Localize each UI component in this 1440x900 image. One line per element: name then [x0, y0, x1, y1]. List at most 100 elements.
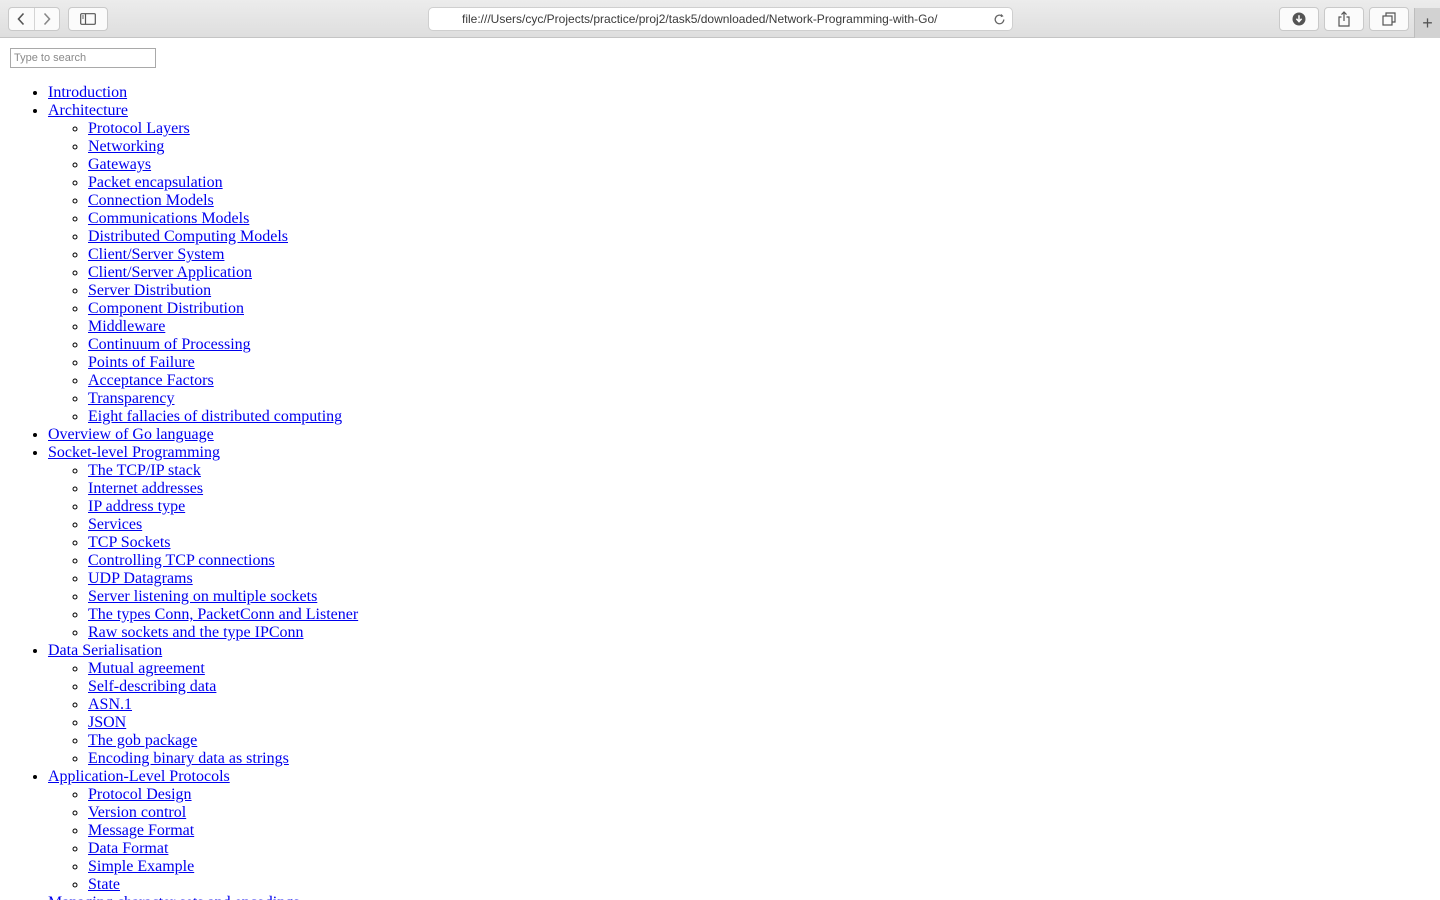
toc-subsection: Transparency [88, 390, 358, 408]
toc-subsection-link[interactable]: Controlling TCP connections [88, 552, 275, 569]
toc-subsection: Gateways [88, 156, 358, 174]
toc-subsection-link[interactable]: Component Distribution [88, 300, 244, 317]
toc-subsection-link[interactable]: Client/Server System [88, 246, 224, 263]
toc-subsection-link[interactable]: Encoding binary data as strings [88, 750, 289, 767]
sidebar-toggle-button[interactable] [68, 7, 108, 31]
tabs-icon [1382, 12, 1396, 26]
page-content: IntroductionArchitectureProtocol LayersN… [0, 38, 1440, 900]
address-url: file:///Users/cyc/Projects/practice/proj… [462, 12, 938, 26]
tabs-overview-button[interactable] [1369, 7, 1409, 31]
table-of-contents: IntroductionArchitectureProtocol LayersN… [0, 84, 358, 900]
download-icon [1292, 12, 1306, 26]
back-button[interactable] [9, 8, 34, 30]
toc-section-link[interactable]: Managing character sets and encodings [48, 894, 299, 900]
toc-subsection-link[interactable]: Mutual agreement [88, 660, 205, 677]
toc-subsection-list: The TCP/IP stackInternet addressesIP add… [48, 462, 358, 642]
toc-subsection: Client/Server System [88, 246, 358, 264]
toc-subsection-link[interactable]: Data Format [88, 840, 168, 857]
toc-subsection-link[interactable]: TCP Sockets [88, 534, 171, 551]
toc-subsection-link[interactable]: Protocol Layers [88, 120, 190, 137]
forward-button[interactable] [33, 8, 60, 30]
toc-section-link[interactable]: Architecture [48, 102, 128, 119]
toc-subsection: Distributed Computing Models [88, 228, 358, 246]
toc-subsection: The TCP/IP stack [88, 462, 358, 480]
new-tab-button[interactable]: + [1414, 8, 1440, 38]
toc-section-link[interactable]: Introduction [48, 84, 127, 101]
toc-subsection-link[interactable]: Connection Models [88, 192, 214, 209]
toc-subsection-link[interactable]: Communications Models [88, 210, 249, 227]
toc-section: Socket-level ProgrammingThe TCP/IP stack… [48, 444, 358, 642]
toc-section: Overview of Go language [48, 426, 358, 444]
toc-subsection-link[interactable]: Distributed Computing Models [88, 228, 288, 245]
toc-subsection-link[interactable]: Self-describing data [88, 678, 216, 695]
toc-subsection-link[interactable]: Transparency [88, 390, 175, 407]
toc-section-link[interactable]: Socket-level Programming [48, 444, 220, 461]
toc-section-link[interactable]: Application-Level Protocols [48, 768, 230, 785]
toc-subsection: Networking [88, 138, 358, 156]
toc-subsection-link[interactable]: Packet encapsulation [88, 174, 223, 191]
sidebar-icon [80, 13, 96, 25]
toc-subsection: Self-describing data [88, 678, 358, 696]
chevron-left-icon [17, 12, 25, 26]
toc-section-link[interactable]: Data Serialisation [48, 642, 162, 659]
toc-subsection-link[interactable]: Server Distribution [88, 282, 211, 299]
toc-subsection-link[interactable]: Simple Example [88, 858, 194, 875]
toc-subsection-link[interactable]: Acceptance Factors [88, 372, 214, 389]
toc-subsection: Component Distribution [88, 300, 358, 318]
toc-subsection-link[interactable]: Internet addresses [88, 480, 203, 497]
toc-subsection: Raw sockets and the type IPConn [88, 624, 358, 642]
toc-section: Application-Level ProtocolsProtocol Desi… [48, 768, 358, 894]
toc-subsection: Acceptance Factors [88, 372, 358, 390]
reload-icon[interactable] [991, 11, 1007, 27]
navigation-buttons [8, 7, 60, 31]
chevron-right-icon [43, 12, 51, 26]
toc-subsection-link[interactable]: The types Conn, PacketConn and Listener [88, 606, 358, 623]
toc-subsection: Controlling TCP connections [88, 552, 358, 570]
toc-subsection-link[interactable]: Middleware [88, 318, 165, 335]
toc-subsection-list: Mutual agreementSelf-describing dataASN.… [48, 660, 358, 768]
toc-subsection-link[interactable]: IP address type [88, 498, 185, 515]
toc-subsection-link[interactable]: Raw sockets and the type IPConn [88, 624, 304, 641]
toc-section-link[interactable]: Overview of Go language [48, 426, 214, 443]
toc-subsection-link[interactable]: Continuum of Processing [88, 336, 251, 353]
toc-subsection-link[interactable]: The TCP/IP stack [88, 462, 201, 479]
toc-subsection: Services [88, 516, 358, 534]
downloads-button[interactable] [1279, 7, 1319, 31]
toc-subsection: Middleware [88, 318, 358, 336]
toc-subsection-link[interactable]: State [88, 876, 120, 893]
toc-subsection-list: Protocol DesignVersion controlMessage Fo… [48, 786, 358, 894]
toc-subsection-list: Protocol LayersNetworkingGatewaysPacket … [48, 120, 358, 426]
toc-subsection: Protocol Design [88, 786, 358, 804]
toc-subsection: TCP Sockets [88, 534, 358, 552]
search-input[interactable] [10, 48, 156, 68]
toc-section: Introduction [48, 84, 358, 102]
toc-subsection: Mutual agreement [88, 660, 358, 678]
toc-subsection-link[interactable]: Protocol Design [88, 786, 192, 803]
toc-subsection-link[interactable]: Points of Failure [88, 354, 195, 371]
plus-icon: + [1422, 12, 1433, 33]
toc-subsection-link[interactable]: The gob package [88, 732, 197, 749]
toc-subsection-link[interactable]: UDP Datagrams [88, 570, 193, 587]
toc-subsection-link[interactable]: JSON [88, 714, 126, 731]
toc-subsection-link[interactable]: Gateways [88, 156, 151, 173]
share-icon [1338, 11, 1350, 27]
toc-subsection: The types Conn, PacketConn and Listener [88, 606, 358, 624]
toc-subsection-link[interactable]: Server listening on multiple sockets [88, 588, 317, 605]
toc-subsection-link[interactable]: Networking [88, 138, 164, 155]
toc-section: ArchitectureProtocol LayersNetworkingGat… [48, 102, 358, 426]
toc-subsection: UDP Datagrams [88, 570, 358, 588]
toc-subsection: Server listening on multiple sockets [88, 588, 358, 606]
share-button[interactable] [1324, 7, 1364, 31]
toc-subsection-link[interactable]: Client/Server Application [88, 264, 252, 281]
toc-subsection-link[interactable]: Services [88, 516, 142, 533]
toc-subsection: The gob package [88, 732, 358, 750]
toc-subsection: JSON [88, 714, 358, 732]
address-bar[interactable]: file:///Users/cyc/Projects/practice/proj… [428, 7, 1013, 31]
toc-subsection: Client/Server Application [88, 264, 358, 282]
toc-subsection-link[interactable]: ASN.1 [88, 696, 132, 713]
toc-subsection-link[interactable]: Version control [88, 804, 186, 821]
toc-subsection-link[interactable]: Eight fallacies of distributed computing [88, 408, 342, 425]
toc-subsection-link[interactable]: Message Format [88, 822, 194, 839]
toc-subsection: Internet addresses [88, 480, 358, 498]
toc-subsection: Encoding binary data as strings [88, 750, 358, 768]
